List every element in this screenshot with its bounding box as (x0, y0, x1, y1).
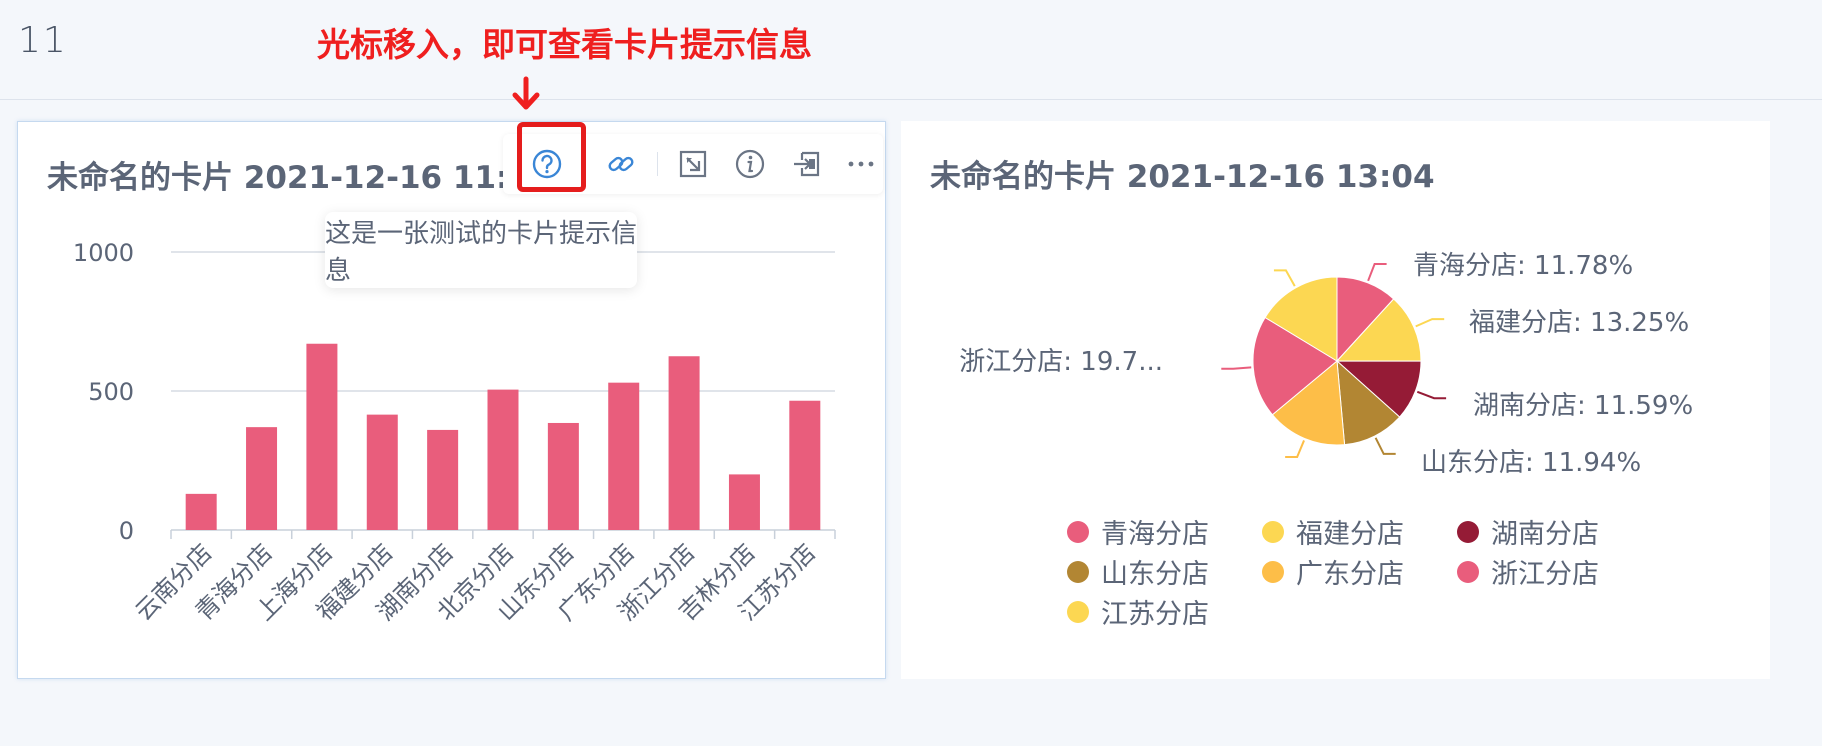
annotation-arrow-icon (512, 76, 540, 110)
legend-color-dot (1067, 600, 1089, 623)
legend-color-dot (1067, 520, 1089, 543)
bar[interactable] (487, 389, 519, 530)
legend-item[interactable]: 福建分店 (1262, 512, 1404, 551)
pie-leader-line (1273, 269, 1296, 287)
pie-data-label: 浙江分店: 19.7... (959, 347, 1163, 377)
pie-leader-line (1367, 263, 1387, 282)
legend-label: 湖南分店 (1491, 519, 1599, 550)
bar[interactable] (728, 474, 760, 530)
bar[interactable] (185, 493, 217, 530)
y-tick-label: 1000 (73, 239, 134, 267)
legend-item[interactable]: 江苏分店 (1067, 592, 1209, 631)
pie-leader-line (1374, 437, 1396, 455)
legend-item[interactable]: 浙江分店 (1457, 552, 1599, 591)
pie-chart: 青海分店: 11.78% 福建分店: 13.25% 湖南分店: 11.59% 山东分店… (959, 251, 1693, 478)
pie-leader-line (1285, 440, 1305, 459)
legend-color-dot (1067, 560, 1089, 583)
bar-chart: 05001000云南分店青海分店上海分店福建分店湖南分店北京分店山东分店广东分店… (73, 239, 836, 626)
y-tick-label: 0 (119, 517, 134, 545)
bar[interactable] (547, 422, 579, 530)
pie-chart-card[interactable]: 未命名的卡片 2021-12-16 13:04 青海分店: 11.78% 福建分店… (901, 121, 1770, 679)
legend-color-dot (1457, 520, 1479, 543)
legend-label: 江苏分店 (1101, 599, 1209, 630)
bar[interactable] (608, 382, 640, 530)
legend-label: 广东分店 (1296, 559, 1404, 590)
card-tooltip: 这是一张测试的卡片提示信息 (325, 212, 637, 288)
legend-item[interactable]: 山东分店 (1067, 552, 1209, 591)
bar[interactable] (668, 356, 700, 530)
legend-label: 福建分店 (1296, 519, 1404, 550)
page-header: 11 光标移入，即可查看卡片提示信息 (0, 0, 1822, 110)
legend-label: 浙江分店 (1491, 559, 1599, 590)
legend-item[interactable]: 青海分店 (1067, 512, 1209, 551)
legend-label: 山东分店 (1101, 559, 1209, 590)
pie-data-label: 青海分店: 11.78% (1413, 251, 1633, 281)
bar[interactable] (306, 343, 338, 530)
legend-color-dot (1262, 560, 1284, 583)
legend-item[interactable]: 湖南分店 (1457, 512, 1599, 551)
bar[interactable] (366, 414, 398, 530)
page-number: 11 (18, 20, 68, 61)
pie-leader-line (1416, 390, 1447, 400)
pie-data-label: 湖南分店: 11.59% (1473, 391, 1693, 421)
pie-data-label: 福建分店: 13.25% (1469, 308, 1689, 338)
bar[interactable] (246, 427, 278, 530)
annotation-text: 光标移入，即可查看卡片提示信息 (317, 25, 812, 64)
bar-chart-card[interactable]: 未命名的卡片 2021-12-16 11:4 0 500 1000 云南分店 青海分店上… (17, 121, 886, 679)
legend-item[interactable]: 广东分店 (1262, 552, 1404, 591)
pie-data-label: 山东分店: 11.94% (1421, 448, 1641, 478)
legend-label: 青海分店 (1101, 519, 1209, 550)
pie-leader-line (1221, 366, 1252, 370)
legend-color-dot (1262, 520, 1284, 543)
bar[interactable] (427, 429, 459, 530)
bar[interactable] (789, 400, 821, 530)
pie-leader-line (1415, 318, 1445, 328)
legend-color-dot (1457, 560, 1479, 583)
y-tick-label: 500 (88, 378, 134, 406)
